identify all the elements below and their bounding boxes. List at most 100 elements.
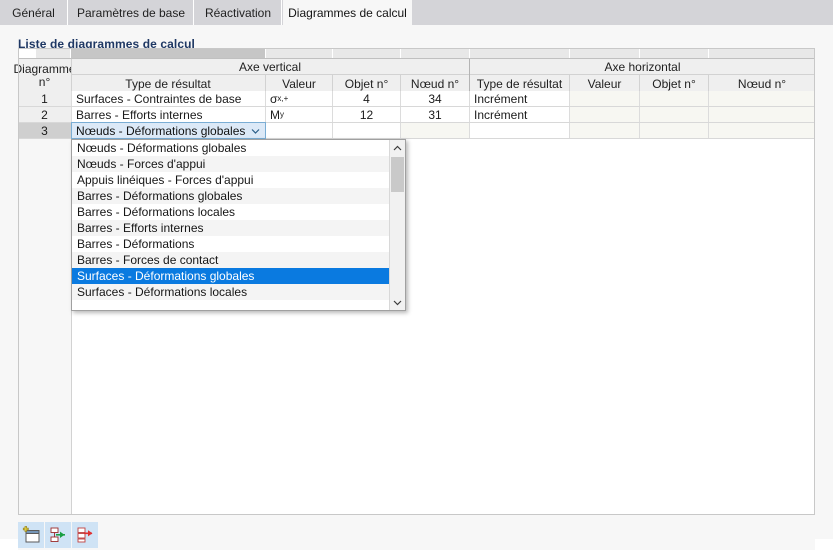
header-h-objet[interactable]: Objet n° bbox=[640, 75, 708, 92]
cell-h-noeud[interactable] bbox=[709, 123, 815, 138]
tab-diagrammes-de-calcul[interactable]: Diagrammes de calcul bbox=[283, 0, 412, 25]
cell-v-valeur[interactable]: My bbox=[266, 107, 332, 122]
column-handle-v-valeur[interactable] bbox=[266, 48, 332, 58]
header-diagram-index-line2: n° bbox=[38, 74, 51, 89]
column-handle-h-type[interactable] bbox=[470, 48, 569, 58]
cell-v-valeur[interactable]: σ x,+ bbox=[266, 91, 332, 106]
cell-h-objet[interactable] bbox=[640, 107, 708, 122]
dropdown-item[interactable]: Appuis linéiques - Forces d'appui bbox=[72, 172, 389, 188]
column-handle-v-noeud[interactable] bbox=[401, 48, 469, 58]
cell-h-objet[interactable] bbox=[640, 123, 708, 138]
chevron-down-icon bbox=[393, 300, 402, 305]
dropdown-scrollbar[interactable] bbox=[389, 140, 405, 310]
result-type-combo-value: Nœuds - Déformations globales bbox=[76, 123, 246, 138]
cell-v-noeud[interactable]: 31 bbox=[401, 107, 469, 122]
cell-v-valeur[interactable] bbox=[266, 123, 332, 138]
cell-h-valeur[interactable] bbox=[570, 91, 639, 106]
table-toolbar bbox=[18, 522, 815, 550]
header-h-noeud[interactable]: Nœud n° bbox=[709, 75, 815, 92]
table-row[interactable]: 1 Surfaces - Contraintes de base σ x,+ 4 … bbox=[18, 91, 815, 107]
tab-diagrammes-de-calcul-label: Diagrammes de calcul bbox=[288, 5, 407, 20]
new-window-plus-icon bbox=[21, 525, 41, 545]
tab-reactivation[interactable]: Réactivation bbox=[195, 0, 282, 25]
dropdown-item[interactable]: Nœuds - Déformations globales bbox=[72, 140, 389, 156]
index-column-tail bbox=[18, 139, 72, 515]
result-type-combo[interactable]: Nœuds - Déformations globales bbox=[71, 122, 266, 139]
cell-h-valeur[interactable] bbox=[570, 107, 639, 122]
cell-v-valeur-sub: x,+ bbox=[277, 94, 289, 103]
column-handle-v-objet[interactable] bbox=[333, 48, 400, 58]
cell-v-noeud[interactable] bbox=[401, 123, 469, 138]
tab-strip: Général Paramètres de base Réactivation … bbox=[0, 0, 833, 25]
header-divider-1 bbox=[71, 59, 72, 92]
header-divider-7 bbox=[639, 75, 640, 92]
cell-h-noeud[interactable] bbox=[709, 91, 815, 106]
column-handle-h-noeud[interactable] bbox=[709, 48, 815, 58]
header-group-axe-vertical: Axe vertical bbox=[71, 59, 469, 75]
cell-v-objet[interactable]: 12 bbox=[333, 107, 400, 122]
cell-h-type[interactable] bbox=[470, 123, 569, 138]
row-index[interactable]: 1 bbox=[18, 91, 71, 106]
dropdown-item[interactable]: Nœuds - Forces d'appui bbox=[72, 156, 389, 172]
diagram-table: Diagramme n° Axe vertical Axe horizontal… bbox=[14, 48, 815, 515]
header-diagram-index-line1: Diagramme bbox=[13, 61, 76, 76]
cell-v-valeur-base: M bbox=[270, 107, 280, 122]
table-header: Diagramme n° Axe vertical Axe horizontal… bbox=[14, 58, 815, 92]
scroll-down-button[interactable] bbox=[390, 294, 405, 310]
dropdown-item[interactable]: Barres - Déformations bbox=[72, 236, 389, 252]
tab-general-label: Général bbox=[12, 5, 55, 20]
cell-h-noeud[interactable] bbox=[709, 107, 815, 122]
new-diagram-button[interactable] bbox=[18, 522, 44, 548]
dropdown-item[interactable]: Barres - Efforts internes bbox=[72, 220, 389, 236]
tab-general[interactable]: Général bbox=[0, 0, 68, 25]
column-handle-h-objet[interactable] bbox=[640, 48, 708, 58]
row-index[interactable]: 2 bbox=[18, 107, 71, 122]
header-v-noeud[interactable]: Nœud n° bbox=[401, 75, 469, 92]
insert-row-button[interactable] bbox=[45, 522, 71, 548]
chevron-down-icon[interactable] bbox=[251, 126, 260, 135]
cell-h-objet[interactable] bbox=[640, 91, 708, 106]
dropdown-item[interactable]: Barres - Déformations globales bbox=[72, 188, 389, 204]
tab-parametres-de-base-label: Paramètres de base bbox=[76, 5, 186, 20]
header-divider-3 bbox=[332, 75, 333, 92]
scroll-up-button[interactable] bbox=[390, 140, 405, 156]
dropdown-item-selected[interactable]: Surfaces - Déformations globales bbox=[72, 268, 389, 284]
column-handle-index[interactable] bbox=[36, 48, 70, 58]
insert-row-green-arrow-icon bbox=[48, 525, 68, 545]
header-h-type[interactable]: Type de résultat bbox=[470, 75, 569, 92]
header-v-objet[interactable]: Objet n° bbox=[333, 75, 400, 92]
dropdown-item[interactable]: Barres - Déformations locales bbox=[72, 204, 389, 220]
column-handle-v-type[interactable] bbox=[71, 48, 265, 58]
column-handle-h-valeur[interactable] bbox=[570, 48, 639, 58]
cell-v-type[interactable]: Barres - Efforts internes bbox=[72, 107, 265, 122]
export-row-button[interactable] bbox=[72, 522, 98, 548]
row-index[interactable]: 3 bbox=[18, 123, 71, 138]
result-type-dropdown[interactable]: Nœuds - Déformations globales Nœuds - Fo… bbox=[71, 139, 406, 311]
cell-v-type[interactable]: Surfaces - Contraintes de base bbox=[72, 91, 265, 106]
header-group-axe-horizontal: Axe horizontal bbox=[470, 59, 815, 75]
cell-v-objet[interactable]: 4 bbox=[333, 91, 400, 106]
header-divider-6 bbox=[569, 75, 570, 92]
cell-v-objet[interactable] bbox=[333, 123, 400, 138]
calculation-diagrams-panel: Liste de diagrammes de calcul Diagramme … bbox=[0, 25, 833, 550]
header-v-valeur[interactable]: Valeur bbox=[266, 75, 332, 92]
header-divider-4 bbox=[400, 75, 401, 92]
header-divider-5 bbox=[469, 59, 470, 92]
dropdown-item[interactable]: Surfaces - Déformations locales bbox=[72, 284, 389, 300]
cell-h-type[interactable]: Incrément bbox=[470, 107, 569, 122]
header-v-type[interactable]: Type de résultat bbox=[71, 75, 265, 92]
cell-v-noeud[interactable]: 34 bbox=[401, 91, 469, 106]
cell-h-type[interactable]: Incrément bbox=[470, 91, 569, 106]
header-h-valeur[interactable]: Valeur bbox=[570, 75, 639, 92]
header-divider-2 bbox=[265, 75, 266, 92]
dropdown-item[interactable]: Barres - Forces de contact bbox=[72, 252, 389, 268]
column-handle-strip bbox=[18, 48, 815, 58]
cell-h-valeur[interactable] bbox=[570, 123, 639, 138]
tab-strip-filler bbox=[412, 0, 833, 25]
cell-v-valeur-base: σ bbox=[270, 91, 278, 106]
table-row[interactable]: 2 Barres - Efforts internes My 12 31 Inc… bbox=[18, 107, 815, 123]
tab-parametres-de-base[interactable]: Paramètres de base bbox=[69, 0, 194, 25]
scroll-thumb[interactable] bbox=[391, 157, 404, 192]
chevron-up-icon bbox=[393, 145, 402, 150]
header-diagram-index: Diagramme n° bbox=[14, 59, 76, 92]
